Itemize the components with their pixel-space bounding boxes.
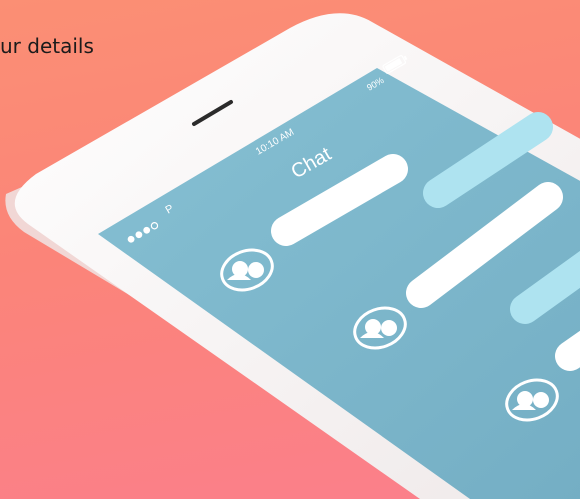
- phone-illustration: P 10:10 AM 90% Chat: [5, 13, 580, 499]
- message-bubble[interactable]: [555, 330, 580, 371]
